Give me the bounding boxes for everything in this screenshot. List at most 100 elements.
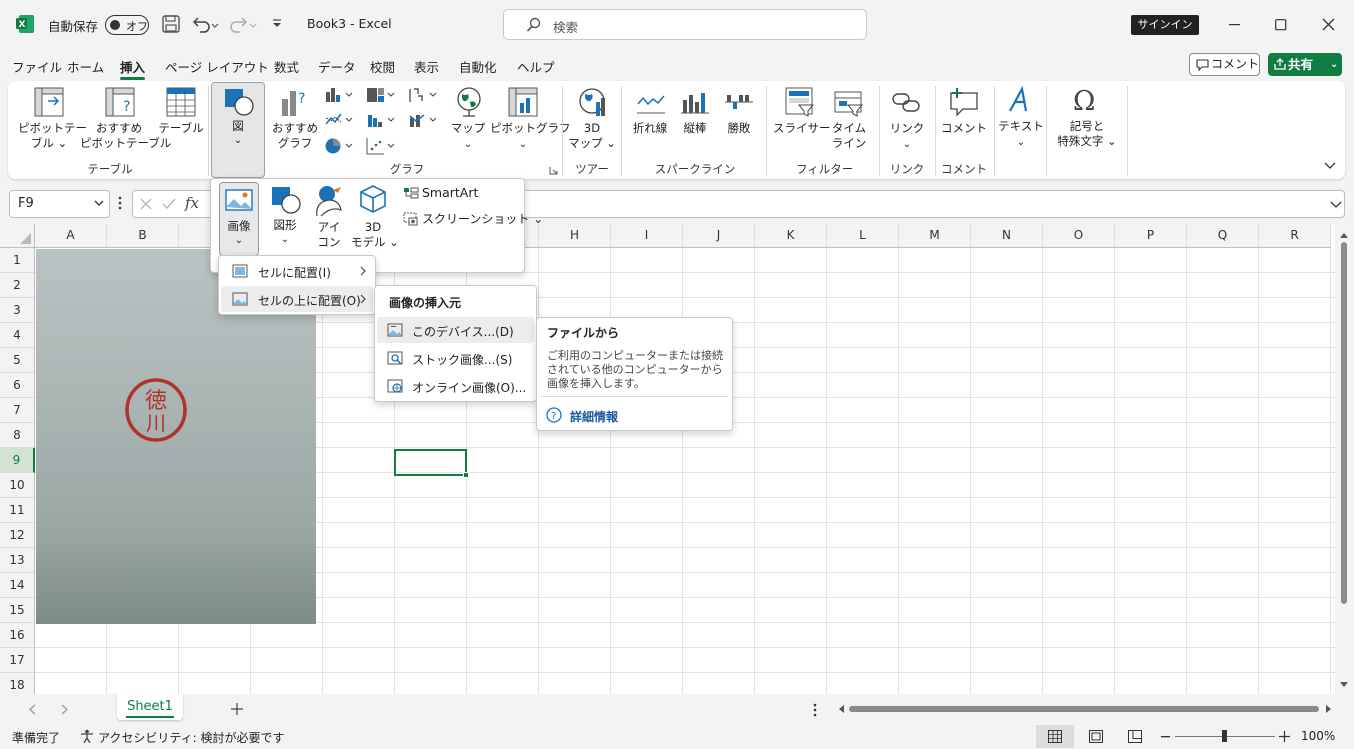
customize-qat-icon[interactable] [271,18,283,30]
cancel-icon[interactable] [140,198,152,210]
3d-models-button[interactable]: 3D モデル ⌄ [351,182,399,256]
smartart-button[interactable]: SmartArt [402,184,512,204]
enter-icon[interactable] [162,198,176,210]
selected-cell[interactable] [394,449,467,476]
pivot-chart-button[interactable]: ピボットグラフ ⌄ [490,121,571,152]
pivot-table-button[interactable]: ピボットテー ブル ⌄ [18,121,87,151]
screenshot-button[interactable]: スクリーンショット ⌄ [402,209,543,229]
new-comment-button[interactable]: コメント [940,121,988,136]
horizontal-scrollbar[interactable] [836,702,1334,716]
search-box[interactable]: 検索 [503,9,867,40]
row-header[interactable]: 2 [0,273,35,298]
autosave-toggle[interactable]: オフ [105,15,149,35]
tab-help[interactable]: ヘルプ [517,57,555,76]
accessibility-status[interactable]: アクセシビリティ: 検討が必要です [98,729,285,746]
recommended-charts-button[interactable]: おすすめ グラフ [272,121,318,151]
zoom-slider-thumb[interactable] [1222,730,1227,742]
close-icon[interactable] [1322,18,1335,31]
row-header[interactable]: 14 [0,573,35,598]
row-header[interactable]: 5 [0,348,35,373]
row-header[interactable]: 9 [0,448,35,473]
more-vertical-icon[interactable] [813,703,817,717]
vertical-scrollbar[interactable] [1335,224,1354,694]
column-header[interactable]: I [611,224,683,248]
illustrations-button[interactable]: 図 ⌄ [211,82,265,178]
statistic-chart-icon[interactable] [366,112,396,128]
tab-home[interactable]: ホーム [67,57,104,76]
save-icon[interactable] [162,15,180,33]
expand-formula-icon[interactable] [1330,201,1342,209]
row-header[interactable]: 6 [0,373,35,398]
tab-review[interactable]: 校閲 [370,57,395,76]
row-header[interactable]: 12 [0,523,35,548]
tooltip-more-link[interactable]: 詳細情報 [570,408,618,425]
comments-button[interactable]: コメント [1189,53,1260,76]
column-header[interactable]: O [1043,224,1115,248]
timeline-button[interactable]: タイム ライン [826,121,872,151]
column-header[interactable]: R [1259,224,1331,248]
spreadsheet-grid[interactable]: ABCDEFGHIJKLMNOPQR 123456789101112131415… [0,224,1335,694]
minimize-icon[interactable] [1229,24,1241,26]
maps-button[interactable]: マップ ⌄ [446,121,490,152]
column-header[interactable]: L [827,224,899,248]
column-header[interactable]: Q [1187,224,1259,248]
prev-sheet-icon[interactable] [29,704,36,715]
table-button[interactable]: テーブル [158,121,204,136]
row-header[interactable]: 18 [0,673,35,694]
column-header[interactable]: H [539,224,611,248]
column-header[interactable]: J [683,224,755,248]
next-sheet-icon[interactable] [61,704,68,715]
tab-data[interactable]: データ [318,57,356,76]
sheet-tab-sheet1[interactable]: Sheet1 [117,694,183,720]
share-button[interactable]: 共有 ⌄ [1268,53,1342,76]
scatter-chart-icon[interactable] [366,137,396,155]
stock-images-item[interactable]: ストック画像...(S) [377,345,534,371]
row-header[interactable]: 16 [0,623,35,648]
normal-view-button[interactable] [1036,725,1074,748]
row-header[interactable]: 8 [0,423,35,448]
row-header[interactable]: 4 [0,323,35,348]
fill-handle[interactable] [463,472,469,478]
slicer-button[interactable]: スライサー [773,121,831,136]
add-sheet-icon[interactable] [231,703,243,715]
maximize-icon[interactable] [1275,19,1287,31]
zoom-out-icon[interactable] [1161,736,1171,738]
accessibility-icon[interactable] [80,729,94,743]
insert-function-button[interactable]: fx [185,194,199,212]
row-header[interactable]: 11 [0,498,35,523]
icons-button[interactable]: アイ コン [309,182,349,256]
map3d-button[interactable]: 3D マップ ⌄ [568,121,616,151]
place-over-cells-item[interactable]: セルの上に配置(O) [221,286,373,312]
tab-automate[interactable]: 自動化 [459,57,497,76]
tab-page-layout[interactable]: ページ レイアウト [165,57,269,76]
column-header[interactable]: P [1115,224,1187,248]
collapse-ribbon-icon[interactable] [1324,162,1336,170]
picture-button[interactable]: 画像 ⌄ [219,182,259,256]
zoom-slider[interactable] [1175,730,1275,742]
redo-icon[interactable] [229,15,257,33]
sparkline-column-button[interactable]: 縦棒 [672,121,718,136]
sparkline-winloss-button[interactable]: 勝敗 [716,121,762,136]
symbols-button[interactable]: 記号と 特殊文字 ⌄ [1052,119,1122,149]
row-header[interactable]: 10 [0,473,35,498]
page-layout-view-icon[interactable] [1089,730,1103,743]
recommended-pivot-button[interactable]: おすすめ ピボットテーブル [80,121,171,151]
dialog-launcher-icon[interactable] [549,166,558,175]
zoom-in-icon[interactable] [1279,731,1290,742]
column-header[interactable]: B [107,224,179,248]
line-chart-icon[interactable] [324,112,354,128]
online-pictures-item[interactable]: オンライン画像(O)... [377,373,534,399]
sparkline-line-button[interactable]: 折れ線 [626,121,674,136]
row-header[interactable]: 17 [0,648,35,673]
column-header[interactable]: A [35,224,107,248]
page-break-view-icon[interactable] [1128,730,1142,743]
row-header[interactable]: 7 [0,398,35,423]
zoom-level[interactable]: 100% [1301,729,1335,743]
row-header[interactable]: 1 [0,248,35,273]
text-button[interactable]: テキスト ⌄ [998,119,1044,150]
tab-formulas[interactable]: 数式 [274,57,299,76]
combo-chart-icon[interactable] [408,112,438,128]
row-header[interactable]: 15 [0,598,35,623]
waterfall-chart-icon[interactable] [408,87,438,103]
column-header[interactable]: M [899,224,971,248]
